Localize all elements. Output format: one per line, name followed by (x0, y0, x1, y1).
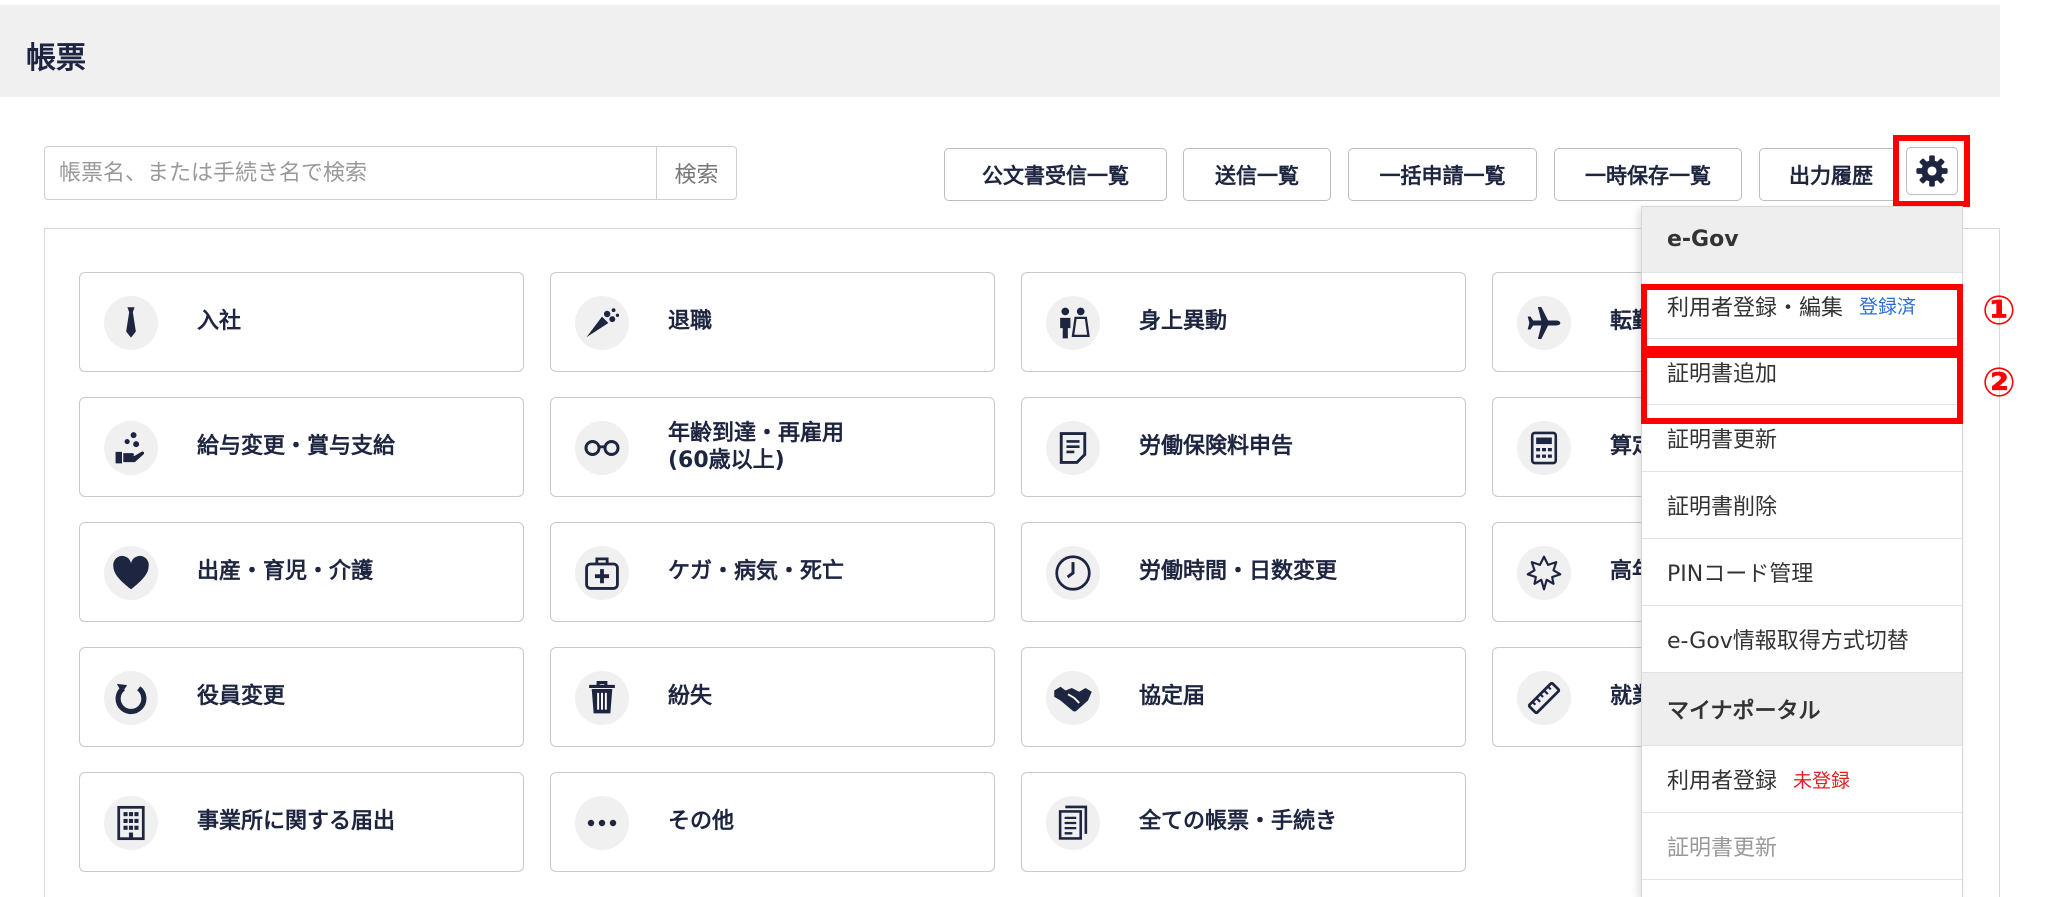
search-box: 検索 (44, 146, 737, 200)
documents-icon (1058, 805, 1088, 840)
card-loss[interactable]: 紛失 (550, 647, 995, 747)
menu-item-label: 利用者登録 (1667, 769, 1778, 794)
card-label: 入社 (197, 309, 242, 335)
document-icon (1059, 432, 1087, 464)
output-history-button[interactable]: 出力履歴 (1759, 148, 1903, 201)
card-age-reemployment[interactable]: 年齢到達・再雇用 (60歳以上) (550, 397, 995, 497)
menu-item-pin-management[interactable]: PINコード管理 (1642, 539, 1962, 606)
card-label: その他 (668, 809, 735, 835)
card-label: 協定届 (1139, 684, 1206, 710)
page-title: 帳票 (26, 41, 86, 76)
search-button[interactable]: 検索 (656, 147, 736, 199)
temporary-save-list-button[interactable]: 一時保存一覧 (1554, 148, 1742, 201)
trash-icon (589, 681, 615, 714)
card-other[interactable]: その他 (550, 772, 995, 872)
menu-item-delete-certificate[interactable]: 証明書削除 (1642, 472, 1962, 539)
building-icon (117, 805, 145, 841)
card-label: 労働時間・日数変更 (1139, 559, 1338, 585)
airplane-icon (1527, 306, 1561, 340)
menu-item-myna-user-registration[interactable]: 利用者登録 未登録 (1642, 746, 1962, 813)
card-resignation[interactable]: 退職 (550, 272, 995, 372)
maple-leaf-icon (1526, 555, 1562, 591)
annotation-marker-1: ① (1982, 288, 2016, 334)
bouquet-icon (586, 308, 620, 338)
card-personal-change[interactable]: 身上異動 (1021, 272, 1466, 372)
ruler-icon (1527, 681, 1561, 715)
card-joining[interactable]: 入社 (79, 272, 524, 372)
card-childcare[interactable]: 出産・育児・介護 (79, 522, 524, 622)
card-office-notification[interactable]: 事業所に関する届出 (79, 772, 524, 872)
card-all-forms[interactable]: 全ての帳票・手続き (1021, 772, 1466, 872)
card-label: 身上異動 (1139, 309, 1228, 335)
settings-button-highlight (1893, 135, 1970, 207)
more-dots-icon (587, 819, 617, 827)
official-doc-list-button[interactable]: 公文書受信一覧 (944, 148, 1167, 201)
annotation-box-1 (1641, 284, 1963, 352)
registration-status-badge: 未登録 (1793, 769, 1851, 792)
necktie-icon (126, 307, 136, 338)
menu-section-egov: e-Gov (1642, 207, 1962, 273)
card-label: ケガ・病気・死亡 (668, 559, 845, 585)
refresh-icon (115, 683, 147, 715)
card-salary-bonus[interactable]: 給与変更・賞与支給 (79, 397, 524, 497)
annotation-box-2 (1641, 352, 1963, 424)
glasses-icon (584, 439, 620, 457)
menu-section-mynaportal: マイナポータル (1642, 673, 1962, 746)
card-labor-insurance[interactable]: 労働保険料申告 (1021, 397, 1466, 497)
calculator-icon (1530, 431, 1558, 465)
card-label: 退職 (668, 309, 713, 335)
coins-hand-icon (115, 432, 145, 464)
heart-icon (113, 555, 149, 590)
card-label: 紛失 (668, 684, 713, 710)
card-officer-change[interactable]: 役員変更 (79, 647, 524, 747)
card-label: 事業所に関する届出 (197, 809, 396, 835)
bulk-application-list-button[interactable]: 一括申請一覧 (1348, 148, 1537, 201)
annotation-marker-2: ② (1982, 360, 2016, 406)
page-header: 帳票 (0, 5, 2000, 97)
card-label: 全ての帳票・手続き (1139, 809, 1338, 835)
menu-item-myna-update-certificate: 証明書更新 (1642, 813, 1962, 880)
wedding-couple-icon (1060, 307, 1090, 339)
card-agreement[interactable]: 協定届 (1021, 647, 1466, 747)
first-aid-kit-icon (585, 557, 619, 590)
gear-icon (1915, 155, 1948, 187)
card-label: 労働保険料申告 (1139, 434, 1294, 460)
clock-icon (1055, 555, 1091, 591)
card-injury-illness[interactable]: ケガ・病気・死亡 (550, 522, 995, 622)
menu-item-egov-info-switch[interactable]: e-Gov情報取得方式切替 (1642, 606, 1962, 673)
card-work-hours[interactable]: 労働時間・日数変更 (1021, 522, 1466, 622)
search-input[interactable] (45, 147, 656, 199)
settings-button[interactable] (1905, 147, 1958, 195)
card-label: 給与変更・賞与支給 (197, 434, 396, 460)
card-label: 年齢到達・再雇用 (60歳以上) (668, 420, 845, 474)
card-label: 出産・育児・介護 (197, 559, 374, 585)
card-label: 役員変更 (197, 684, 286, 710)
handshake-icon (1054, 686, 1092, 712)
sent-list-button[interactable]: 送信一覧 (1183, 148, 1331, 201)
